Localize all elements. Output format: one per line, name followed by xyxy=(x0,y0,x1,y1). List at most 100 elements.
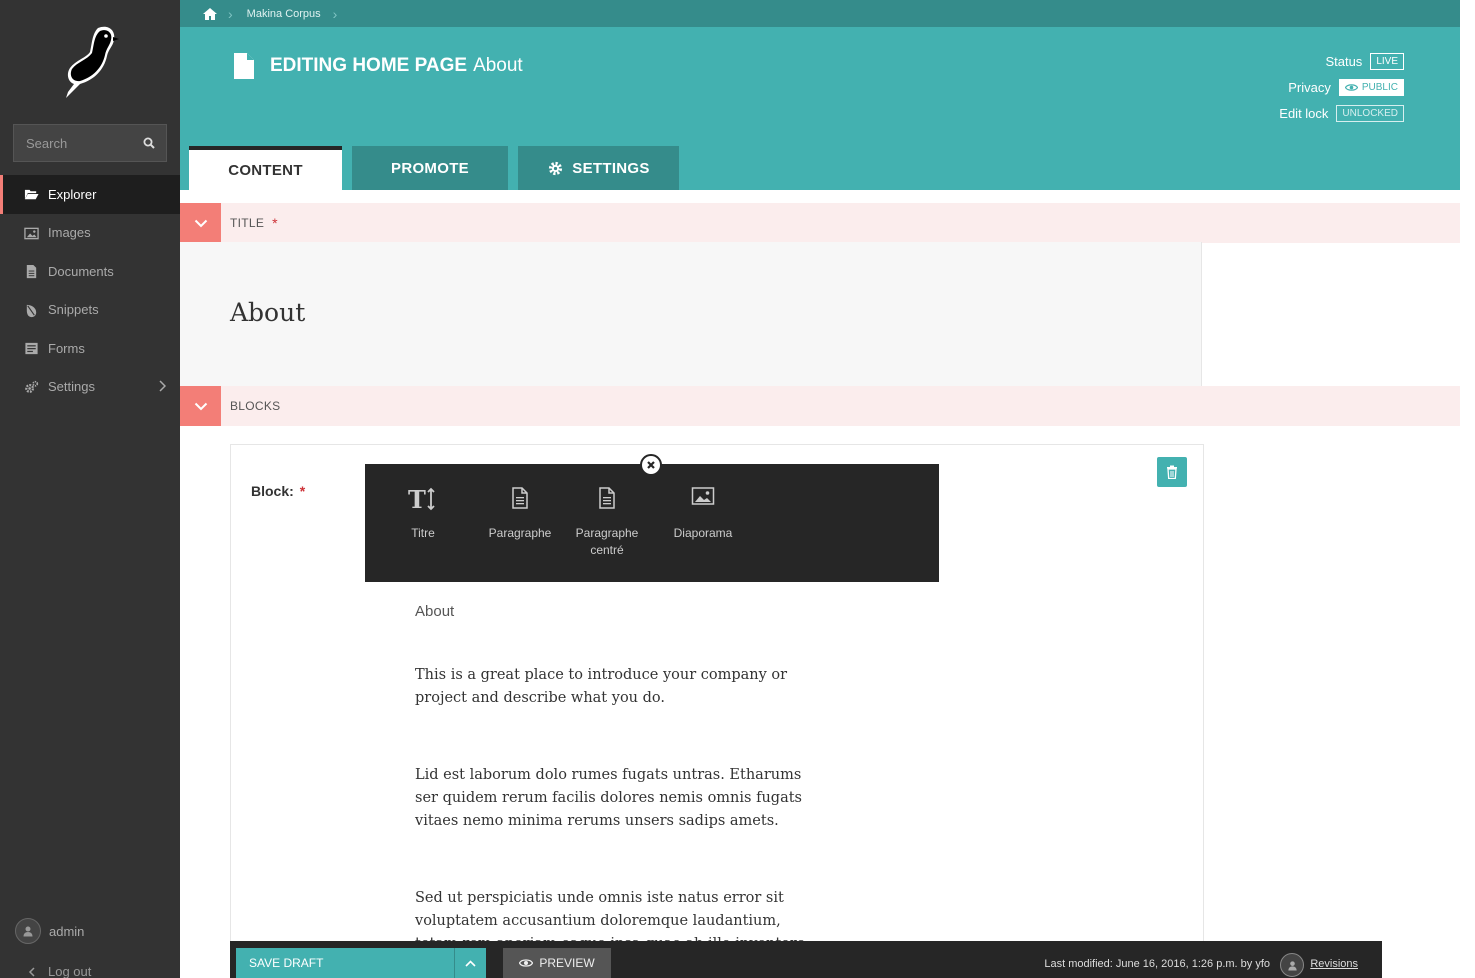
chevron-down-icon xyxy=(194,402,207,410)
tab-settings-label: SETTINGS xyxy=(572,159,650,177)
wagtail-logo-icon[interactable] xyxy=(58,22,120,100)
chooser-item-label: Paragraphe centré xyxy=(575,526,639,557)
search-icon xyxy=(143,137,155,149)
chooser-item-titre[interactable]: T Titre xyxy=(377,486,469,542)
page-header: › Makina Corpus › EDITING HOME PAGE Abou… xyxy=(180,0,1460,190)
preview-button[interactable]: PREVIEW xyxy=(503,948,611,978)
tab-content[interactable]: CONTENT xyxy=(189,146,342,190)
chooser-item-paragraphe-centre[interactable]: Paragraphe centré xyxy=(561,486,653,559)
sidebar: Explorer Images Documents Snippets Forms… xyxy=(0,0,180,978)
close-icon xyxy=(647,461,655,469)
trash-icon xyxy=(1167,465,1177,479)
avatar xyxy=(1280,953,1304,977)
privacy-badge[interactable]: PUBLIC xyxy=(1338,78,1404,96)
user-icon xyxy=(1287,960,1297,971)
sidebar-item-label: Settings xyxy=(48,379,95,395)
sidebar-item-label: Explorer xyxy=(48,186,97,202)
tab-settings[interactable]: SETTINGS xyxy=(518,146,679,190)
sidebar-item-label: Snippets xyxy=(48,302,99,318)
save-draft-button[interactable]: SAVE DRAFT xyxy=(236,948,454,978)
required-marker: * xyxy=(272,215,278,231)
logout-link[interactable]: Log out xyxy=(28,964,91,978)
search-button[interactable] xyxy=(132,125,166,161)
tab-bar: CONTENT PROMOTE SETTINGS xyxy=(189,146,689,190)
user-icon xyxy=(23,926,33,937)
delete-block-button[interactable] xyxy=(1157,457,1187,487)
block-title-text: About xyxy=(415,603,455,620)
sidebar-item-snippets[interactable]: Snippets xyxy=(0,291,180,330)
breadcrumb-separator-icon: › xyxy=(228,5,233,22)
sidebar-item-forms[interactable]: Forms xyxy=(0,329,180,368)
stream-block: Block: * T Titre Paragraphe Paragraphe ce… xyxy=(230,444,1204,978)
chooser-item-paragraphe[interactable]: Paragraphe xyxy=(474,486,566,542)
more-actions-button[interactable] xyxy=(454,948,486,978)
close-chooser-button[interactable] xyxy=(640,454,662,476)
block-paragraph: This is a great place to introduce your … xyxy=(415,667,788,706)
chevron-right-icon xyxy=(159,379,166,392)
block-type-chooser: T Titre Paragraphe Paragraphe centré Dia… xyxy=(365,454,939,582)
home-icon[interactable] xyxy=(202,7,218,21)
image-icon xyxy=(657,486,749,518)
action-footer: SAVE DRAFT PREVIEW Last modified: June 1… xyxy=(230,941,1382,978)
sidebar-item-label: Documents xyxy=(48,263,114,279)
cogs-icon xyxy=(25,380,39,393)
sidebar-item-images[interactable]: Images xyxy=(0,214,180,253)
revisions-link[interactable]: Revisions xyxy=(1310,958,1358,970)
sidebar-item-documents[interactable]: Documents xyxy=(0,252,180,291)
block-field-label: Block: * xyxy=(251,483,305,499)
preview-label: PREVIEW xyxy=(539,956,595,970)
logout-label: Log out xyxy=(48,964,92,978)
sidebar-item-label: Images xyxy=(48,225,91,241)
block-paragraph: Lid est laborum dolo rumes fugats untras… xyxy=(415,767,802,829)
title-section-header: TITLE * xyxy=(180,203,1460,243)
breadcrumb: › Makina Corpus › xyxy=(180,0,1460,27)
status-badge[interactable]: LIVE xyxy=(1370,52,1404,70)
snippet-icon xyxy=(26,304,37,317)
privacy-label: Privacy xyxy=(1288,79,1331,95)
chevron-down-icon xyxy=(194,219,207,227)
search-box xyxy=(13,124,167,162)
page-title-name: About xyxy=(473,55,523,76)
blocks-section-header: BLOCKS xyxy=(180,386,1460,426)
folder-open-icon xyxy=(24,189,39,200)
username: admin xyxy=(49,923,85,939)
editlock-badge[interactable]: UNLOCKED xyxy=(1336,104,1404,122)
search-input[interactable] xyxy=(14,125,134,161)
page-title: EDITING HOME PAGE About xyxy=(232,52,523,80)
editlock-label: Edit lock xyxy=(1279,105,1329,121)
avatar xyxy=(15,918,41,944)
page-meta: Status LIVE Privacy PUBLIC Edit lock UNL… xyxy=(1279,48,1404,126)
chooser-item-diaporama[interactable]: Diaporama xyxy=(657,486,749,542)
block-preview[interactable]: About This is a great place to introduce… xyxy=(415,603,815,978)
blocks-collapse-toggle[interactable] xyxy=(180,386,221,426)
title-section-label: TITLE xyxy=(230,216,265,230)
chooser-item-label: Paragraphe xyxy=(488,526,552,540)
tab-promote[interactable]: PROMOTE xyxy=(352,146,508,190)
title-icon: T xyxy=(377,486,469,518)
chooser-item-label: Titre xyxy=(411,526,435,540)
block-label-text: Block: xyxy=(251,483,294,499)
svg-text:T: T xyxy=(408,486,426,514)
sidebar-item-label: Forms xyxy=(48,340,85,356)
blocks-section-label: BLOCKS xyxy=(230,399,281,413)
required-marker: * xyxy=(299,483,306,499)
page-title-action: EDITING HOME PAGE xyxy=(270,55,468,76)
last-modified-text: Last modified: June 16, 2016, 1:26 p.m. … xyxy=(1044,958,1270,970)
document-icon xyxy=(234,53,254,79)
sidebar-item-settings[interactable]: Settings xyxy=(0,368,180,407)
sidebar-item-explorer[interactable]: Explorer xyxy=(0,175,180,214)
image-icon xyxy=(24,227,39,239)
user-menu[interactable]: admin xyxy=(15,918,84,944)
title-field[interactable]: About xyxy=(180,242,1202,386)
privacy-value: PUBLIC xyxy=(1361,81,1398,93)
title-input-value[interactable]: About xyxy=(230,298,305,327)
eye-icon xyxy=(519,959,534,967)
status-label: Status xyxy=(1325,53,1363,69)
title-collapse-toggle[interactable] xyxy=(180,203,221,243)
sidebar-nav: Explorer Images Documents Snippets Forms… xyxy=(0,175,180,406)
document-icon xyxy=(26,264,37,279)
chevron-left-icon xyxy=(28,966,35,977)
breadcrumb-item[interactable]: Makina Corpus xyxy=(247,8,321,20)
paragraph-icon xyxy=(561,486,653,518)
chooser-item-label: Diaporama xyxy=(673,526,733,540)
